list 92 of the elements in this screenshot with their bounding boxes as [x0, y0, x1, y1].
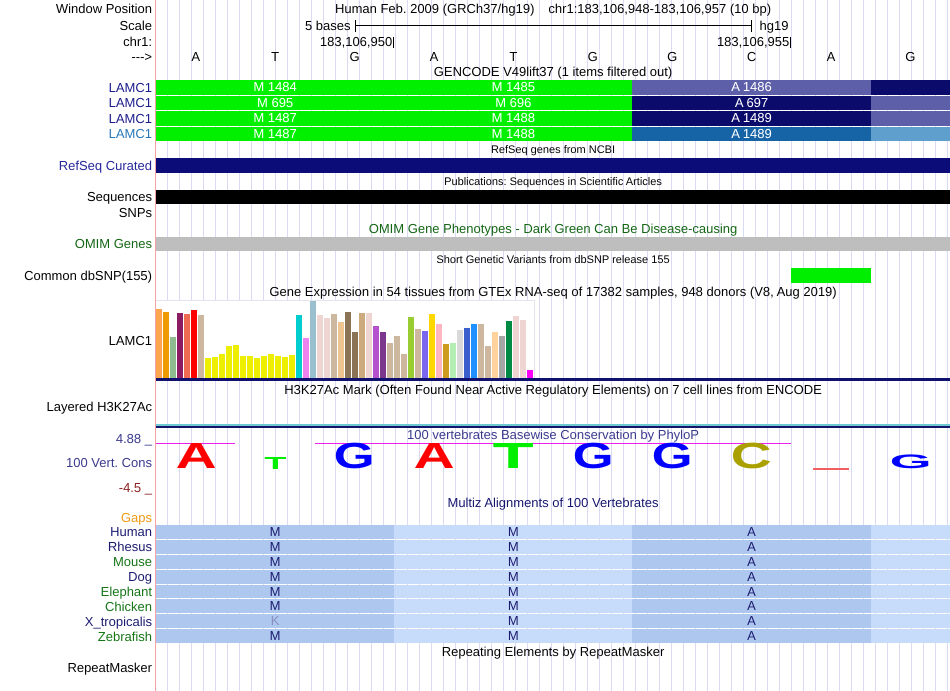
track-title: RefSeq genes from NCBI: [490, 143, 616, 157]
codon-block[interactable]: A 1489: [632, 111, 871, 126]
track-title: Gene Expression in 54 tissues from GTEx RNA-seq of 17382 samples, 948 donors (V8, Aug 2019): [269, 284, 837, 298]
base-letter: G: [905, 50, 916, 64]
alignment-block: M: [394, 599, 632, 614]
track-title: 100 vertebrates Basewise Conservation by PhyloP: [407, 428, 699, 442]
track-label[interactable]: Rhesus: [108, 540, 152, 554]
base-letter: A: [826, 50, 836, 64]
track-label[interactable]: RepeatMasker: [67, 660, 152, 675]
row-label: chr1:: [123, 34, 152, 48]
coordinate-label: 183,106,950: [320, 35, 392, 49]
base-letter: T: [509, 50, 518, 64]
track-title: Short Genetic Variants from dbSNP release 155: [436, 253, 670, 267]
track-label[interactable]: LAMC1: [108, 96, 152, 110]
alignment-block: M: [394, 570, 632, 584]
track-label[interactable]: RefSeq Curated: [58, 158, 152, 173]
codon-block[interactable]: A 697: [632, 96, 871, 110]
track-label[interactable]: Dog: [128, 570, 152, 584]
track-label[interactable]: OMIM Genes: [74, 237, 152, 252]
track-label[interactable]: Layered H3K27Ac: [46, 400, 152, 414]
track-label[interactable]: SNPs: [118, 206, 152, 220]
track-title: Repeating Elements by RepeatMasker: [442, 645, 664, 659]
codon-block[interactable]: A 1486: [632, 80, 871, 94]
track-label[interactable]: 100 Vert. Cons: [66, 456, 152, 470]
axis-min-label: -4.5 _: [118, 480, 152, 494]
base-letter: G: [667, 50, 678, 64]
track-label[interactable]: Chicken: [105, 600, 152, 614]
position-range: chr1:183,106,948-183,106,957 (10 bp): [548, 2, 772, 16]
alignment-block: M: [156, 540, 394, 554]
alignment-block: A: [632, 525, 871, 539]
alignment-block: A: [632, 584, 871, 598]
feature-bar[interactable]: [156, 190, 950, 204]
logo-letter: T: [264, 456, 286, 470]
feature-block[interactable]: [870, 96, 950, 110]
alignment-block: M: [394, 629, 632, 643]
logo-letter: C: [731, 443, 772, 470]
alignment-block: M: [156, 554, 394, 569]
track-label[interactable]: Mouse: [112, 555, 152, 570]
alignment-block: A: [632, 554, 871, 569]
codon-block[interactable]: A 1489: [632, 126, 871, 141]
logo-letter: G: [652, 443, 693, 470]
coordinate-label: 183,106,955: [716, 35, 790, 49]
row-label: Window Position: [56, 2, 152, 16]
logo-letter: G: [572, 443, 614, 470]
axis-max-label: 4.88 _: [116, 432, 152, 446]
logo-letter: A: [413, 443, 454, 470]
alignment-block: M: [156, 570, 394, 584]
logo-letter: T: [492, 443, 534, 470]
track-label[interactable]: Common dbSNP(155): [24, 268, 152, 283]
track-label[interactable]: Sequences: [86, 190, 152, 204]
base-letter: G: [588, 50, 598, 64]
track-label[interactable]: Human: [110, 525, 152, 540]
track-title: Publications: Sequences in Scientific Articles: [444, 174, 662, 188]
track-label[interactable]: LAMC1: [108, 80, 152, 95]
alignment-block: M: [156, 599, 394, 614]
logo-letter: G: [889, 455, 932, 470]
alignment-block: A: [632, 570, 871, 584]
base-letter: C: [746, 50, 756, 64]
track-label[interactable]: Elephant: [100, 584, 152, 599]
track-label[interactable]: LAMC1: [108, 334, 152, 348]
alignment-block: A: [632, 614, 871, 628]
track-label[interactable]: LAMC1: [108, 127, 152, 142]
alignment-block: A: [632, 599, 871, 614]
base-letter: A: [191, 50, 200, 64]
row-label: --->: [131, 50, 152, 64]
logo-letter: A: [175, 443, 216, 470]
base-letter: T: [271, 50, 280, 64]
track-title: OMIM Gene Phenotypes - Dark Green Can Be Disease-causing: [368, 222, 738, 236]
track-label[interactable]: LAMC1: [108, 112, 152, 126]
alignment-block: M: [156, 584, 394, 598]
alignment-block: M: [394, 540, 632, 554]
track-title: H3K27Ac Mark (Often Found Near Active Regulatory Elements) on 7 cell lines from ENCODE: [284, 383, 822, 397]
assembly-label: hg19: [760, 18, 788, 32]
feature-block[interactable]: [870, 126, 950, 141]
alignment-block: M: [394, 525, 632, 539]
alignment-block: M: [394, 584, 632, 598]
alignment-block: M: [394, 554, 632, 569]
alignment-block: A: [632, 540, 871, 554]
alignment-block: M: [156, 525, 394, 539]
track-title: GENCODE V49lift37 (1 items filtered out): [434, 65, 672, 79]
alignment-block: A: [632, 629, 871, 643]
track-title: Multiz Alignments of 100 Vertebrates: [447, 496, 658, 510]
base-letter: G: [349, 50, 360, 64]
assembly-name: Human Feb. 2009 (GRCh37/hg19): [334, 2, 534, 16]
scale-length: 5 bases: [304, 18, 350, 32]
track-label[interactable]: Zebrafish: [98, 630, 152, 644]
logo-letter: G: [334, 443, 375, 470]
base-letter: A: [430, 50, 438, 64]
alignment-block: M: [156, 629, 394, 643]
row-label: Scale: [119, 18, 152, 32]
alignment-block: M: [394, 614, 632, 628]
track-label[interactable]: X_tropicalis: [84, 614, 152, 629]
